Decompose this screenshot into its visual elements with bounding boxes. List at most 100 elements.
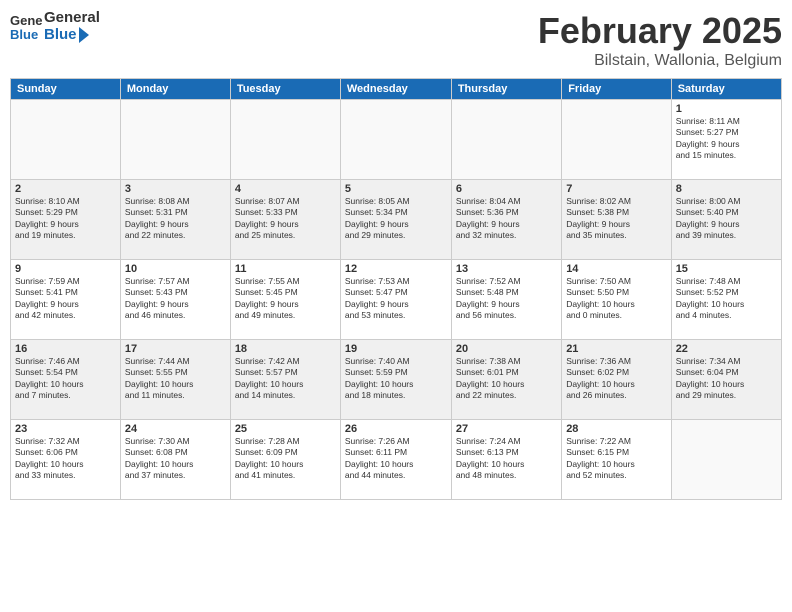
day-number: 17 (125, 343, 226, 355)
day-number: 4 (235, 183, 336, 195)
calendar-cell: 26Sunrise: 7:26 AM Sunset: 6:11 PM Dayli… (340, 420, 451, 500)
day-number: 16 (15, 343, 116, 355)
calendar-cell: 16Sunrise: 7:46 AM Sunset: 5:54 PM Dayli… (11, 340, 121, 420)
day-number: 19 (345, 343, 447, 355)
day-info: Sunrise: 8:02 AM Sunset: 5:38 PM Dayligh… (566, 196, 667, 242)
day-info: Sunrise: 7:53 AM Sunset: 5:47 PM Dayligh… (345, 276, 447, 322)
day-number: 9 (15, 263, 116, 275)
day-info: Sunrise: 7:46 AM Sunset: 5:54 PM Dayligh… (15, 356, 116, 402)
subtitle: Bilstain, Wallonia, Belgium (538, 52, 782, 70)
day-number: 2 (15, 183, 116, 195)
day-number: 10 (125, 263, 226, 275)
day-info: Sunrise: 7:50 AM Sunset: 5:50 PM Dayligh… (566, 276, 667, 322)
header-day-saturday: Saturday (671, 79, 781, 100)
day-number: 14 (566, 263, 667, 275)
calendar-header-row: SundayMondayTuesdayWednesdayThursdayFrid… (11, 79, 782, 100)
calendar-cell: 12Sunrise: 7:53 AM Sunset: 5:47 PM Dayli… (340, 260, 451, 340)
day-info: Sunrise: 7:42 AM Sunset: 5:57 PM Dayligh… (235, 356, 336, 402)
calendar-cell: 20Sunrise: 7:38 AM Sunset: 6:01 PM Dayli… (451, 340, 561, 420)
calendar-cell: 24Sunrise: 7:30 AM Sunset: 6:08 PM Dayli… (120, 420, 230, 500)
day-info: Sunrise: 7:26 AM Sunset: 6:11 PM Dayligh… (345, 436, 447, 482)
day-number: 26 (345, 423, 447, 435)
day-number: 5 (345, 183, 447, 195)
svg-text:Blue: Blue (10, 27, 38, 42)
calendar-cell: 8Sunrise: 8:00 AM Sunset: 5:40 PM Daylig… (671, 180, 781, 260)
calendar-cell: 22Sunrise: 7:34 AM Sunset: 6:04 PM Dayli… (671, 340, 781, 420)
day-info: Sunrise: 7:28 AM Sunset: 6:09 PM Dayligh… (235, 436, 336, 482)
calendar-cell: 7Sunrise: 8:02 AM Sunset: 5:38 PM Daylig… (562, 180, 672, 260)
day-number: 6 (456, 183, 557, 195)
header-day-tuesday: Tuesday (230, 79, 340, 100)
header-day-friday: Friday (562, 79, 672, 100)
day-info: Sunrise: 7:22 AM Sunset: 6:15 PM Dayligh… (566, 436, 667, 482)
calendar-cell (230, 100, 340, 180)
calendar-cell: 25Sunrise: 7:28 AM Sunset: 6:09 PM Dayli… (230, 420, 340, 500)
day-info: Sunrise: 7:32 AM Sunset: 6:06 PM Dayligh… (15, 436, 116, 482)
calendar-cell (11, 100, 121, 180)
day-number: 11 (235, 263, 336, 275)
week-row-3: 16Sunrise: 7:46 AM Sunset: 5:54 PM Dayli… (11, 340, 782, 420)
day-number: 23 (15, 423, 116, 435)
day-info: Sunrise: 7:38 AM Sunset: 6:01 PM Dayligh… (456, 356, 557, 402)
logo: General Blue General Blue (10, 10, 100, 43)
calendar-cell: 18Sunrise: 7:42 AM Sunset: 5:57 PM Dayli… (230, 340, 340, 420)
day-number: 12 (345, 263, 447, 275)
main-title: February 2025 (538, 10, 782, 52)
logo-arrow-icon (79, 27, 89, 43)
header-day-thursday: Thursday (451, 79, 561, 100)
day-number: 20 (456, 343, 557, 355)
calendar-cell (451, 100, 561, 180)
day-info: Sunrise: 7:30 AM Sunset: 6:08 PM Dayligh… (125, 436, 226, 482)
header-day-monday: Monday (120, 79, 230, 100)
calendar-cell: 1Sunrise: 8:11 AM Sunset: 5:27 PM Daylig… (671, 100, 781, 180)
day-number: 3 (125, 183, 226, 195)
week-row-4: 23Sunrise: 7:32 AM Sunset: 6:06 PM Dayli… (11, 420, 782, 500)
calendar-cell: 9Sunrise: 7:59 AM Sunset: 5:41 PM Daylig… (11, 260, 121, 340)
day-number: 25 (235, 423, 336, 435)
calendar-cell (120, 100, 230, 180)
calendar-cell: 6Sunrise: 8:04 AM Sunset: 5:36 PM Daylig… (451, 180, 561, 260)
day-number: 21 (566, 343, 667, 355)
day-info: Sunrise: 7:40 AM Sunset: 5:59 PM Dayligh… (345, 356, 447, 402)
calendar-cell (671, 420, 781, 500)
day-info: Sunrise: 7:59 AM Sunset: 5:41 PM Dayligh… (15, 276, 116, 322)
calendar-cell: 5Sunrise: 8:05 AM Sunset: 5:34 PM Daylig… (340, 180, 451, 260)
calendar-cell: 13Sunrise: 7:52 AM Sunset: 5:48 PM Dayli… (451, 260, 561, 340)
day-number: 1 (676, 103, 777, 115)
day-info: Sunrise: 8:05 AM Sunset: 5:34 PM Dayligh… (345, 196, 447, 242)
logo-blue: Blue (44, 27, 77, 44)
day-number: 13 (456, 263, 557, 275)
title-section: February 2025 Bilstain, Wallonia, Belgiu… (538, 10, 782, 70)
logo-general: General (44, 10, 100, 27)
day-info: Sunrise: 8:07 AM Sunset: 5:33 PM Dayligh… (235, 196, 336, 242)
day-number: 7 (566, 183, 667, 195)
calendar-cell: 27Sunrise: 7:24 AM Sunset: 6:13 PM Dayli… (451, 420, 561, 500)
calendar-cell: 2Sunrise: 8:10 AM Sunset: 5:29 PM Daylig… (11, 180, 121, 260)
header-day-sunday: Sunday (11, 79, 121, 100)
day-number: 28 (566, 423, 667, 435)
calendar-cell: 19Sunrise: 7:40 AM Sunset: 5:59 PM Dayli… (340, 340, 451, 420)
calendar-cell: 10Sunrise: 7:57 AM Sunset: 5:43 PM Dayli… (120, 260, 230, 340)
calendar-cell (340, 100, 451, 180)
day-info: Sunrise: 7:44 AM Sunset: 5:55 PM Dayligh… (125, 356, 226, 402)
calendar-cell (562, 100, 672, 180)
week-row-1: 2Sunrise: 8:10 AM Sunset: 5:29 PM Daylig… (11, 180, 782, 260)
day-number: 8 (676, 183, 777, 195)
week-row-0: 1Sunrise: 8:11 AM Sunset: 5:27 PM Daylig… (11, 100, 782, 180)
calendar-cell: 28Sunrise: 7:22 AM Sunset: 6:15 PM Dayli… (562, 420, 672, 500)
day-info: Sunrise: 7:48 AM Sunset: 5:52 PM Dayligh… (676, 276, 777, 322)
calendar-cell: 17Sunrise: 7:44 AM Sunset: 5:55 PM Dayli… (120, 340, 230, 420)
calendar-cell: 23Sunrise: 7:32 AM Sunset: 6:06 PM Dayli… (11, 420, 121, 500)
calendar-cell: 3Sunrise: 8:08 AM Sunset: 5:31 PM Daylig… (120, 180, 230, 260)
day-info: Sunrise: 7:24 AM Sunset: 6:13 PM Dayligh… (456, 436, 557, 482)
day-info: Sunrise: 7:52 AM Sunset: 5:48 PM Dayligh… (456, 276, 557, 322)
day-info: Sunrise: 8:00 AM Sunset: 5:40 PM Dayligh… (676, 196, 777, 242)
calendar-cell: 4Sunrise: 8:07 AM Sunset: 5:33 PM Daylig… (230, 180, 340, 260)
day-info: Sunrise: 7:57 AM Sunset: 5:43 PM Dayligh… (125, 276, 226, 322)
calendar-cell: 14Sunrise: 7:50 AM Sunset: 5:50 PM Dayli… (562, 260, 672, 340)
page: General Blue General Blue February 2025 … (0, 0, 792, 612)
calendar-cell: 15Sunrise: 7:48 AM Sunset: 5:52 PM Dayli… (671, 260, 781, 340)
header: General Blue General Blue February 2025 … (10, 10, 782, 70)
calendar: SundayMondayTuesdayWednesdayThursdayFrid… (10, 78, 782, 500)
day-info: Sunrise: 8:11 AM Sunset: 5:27 PM Dayligh… (676, 116, 777, 162)
